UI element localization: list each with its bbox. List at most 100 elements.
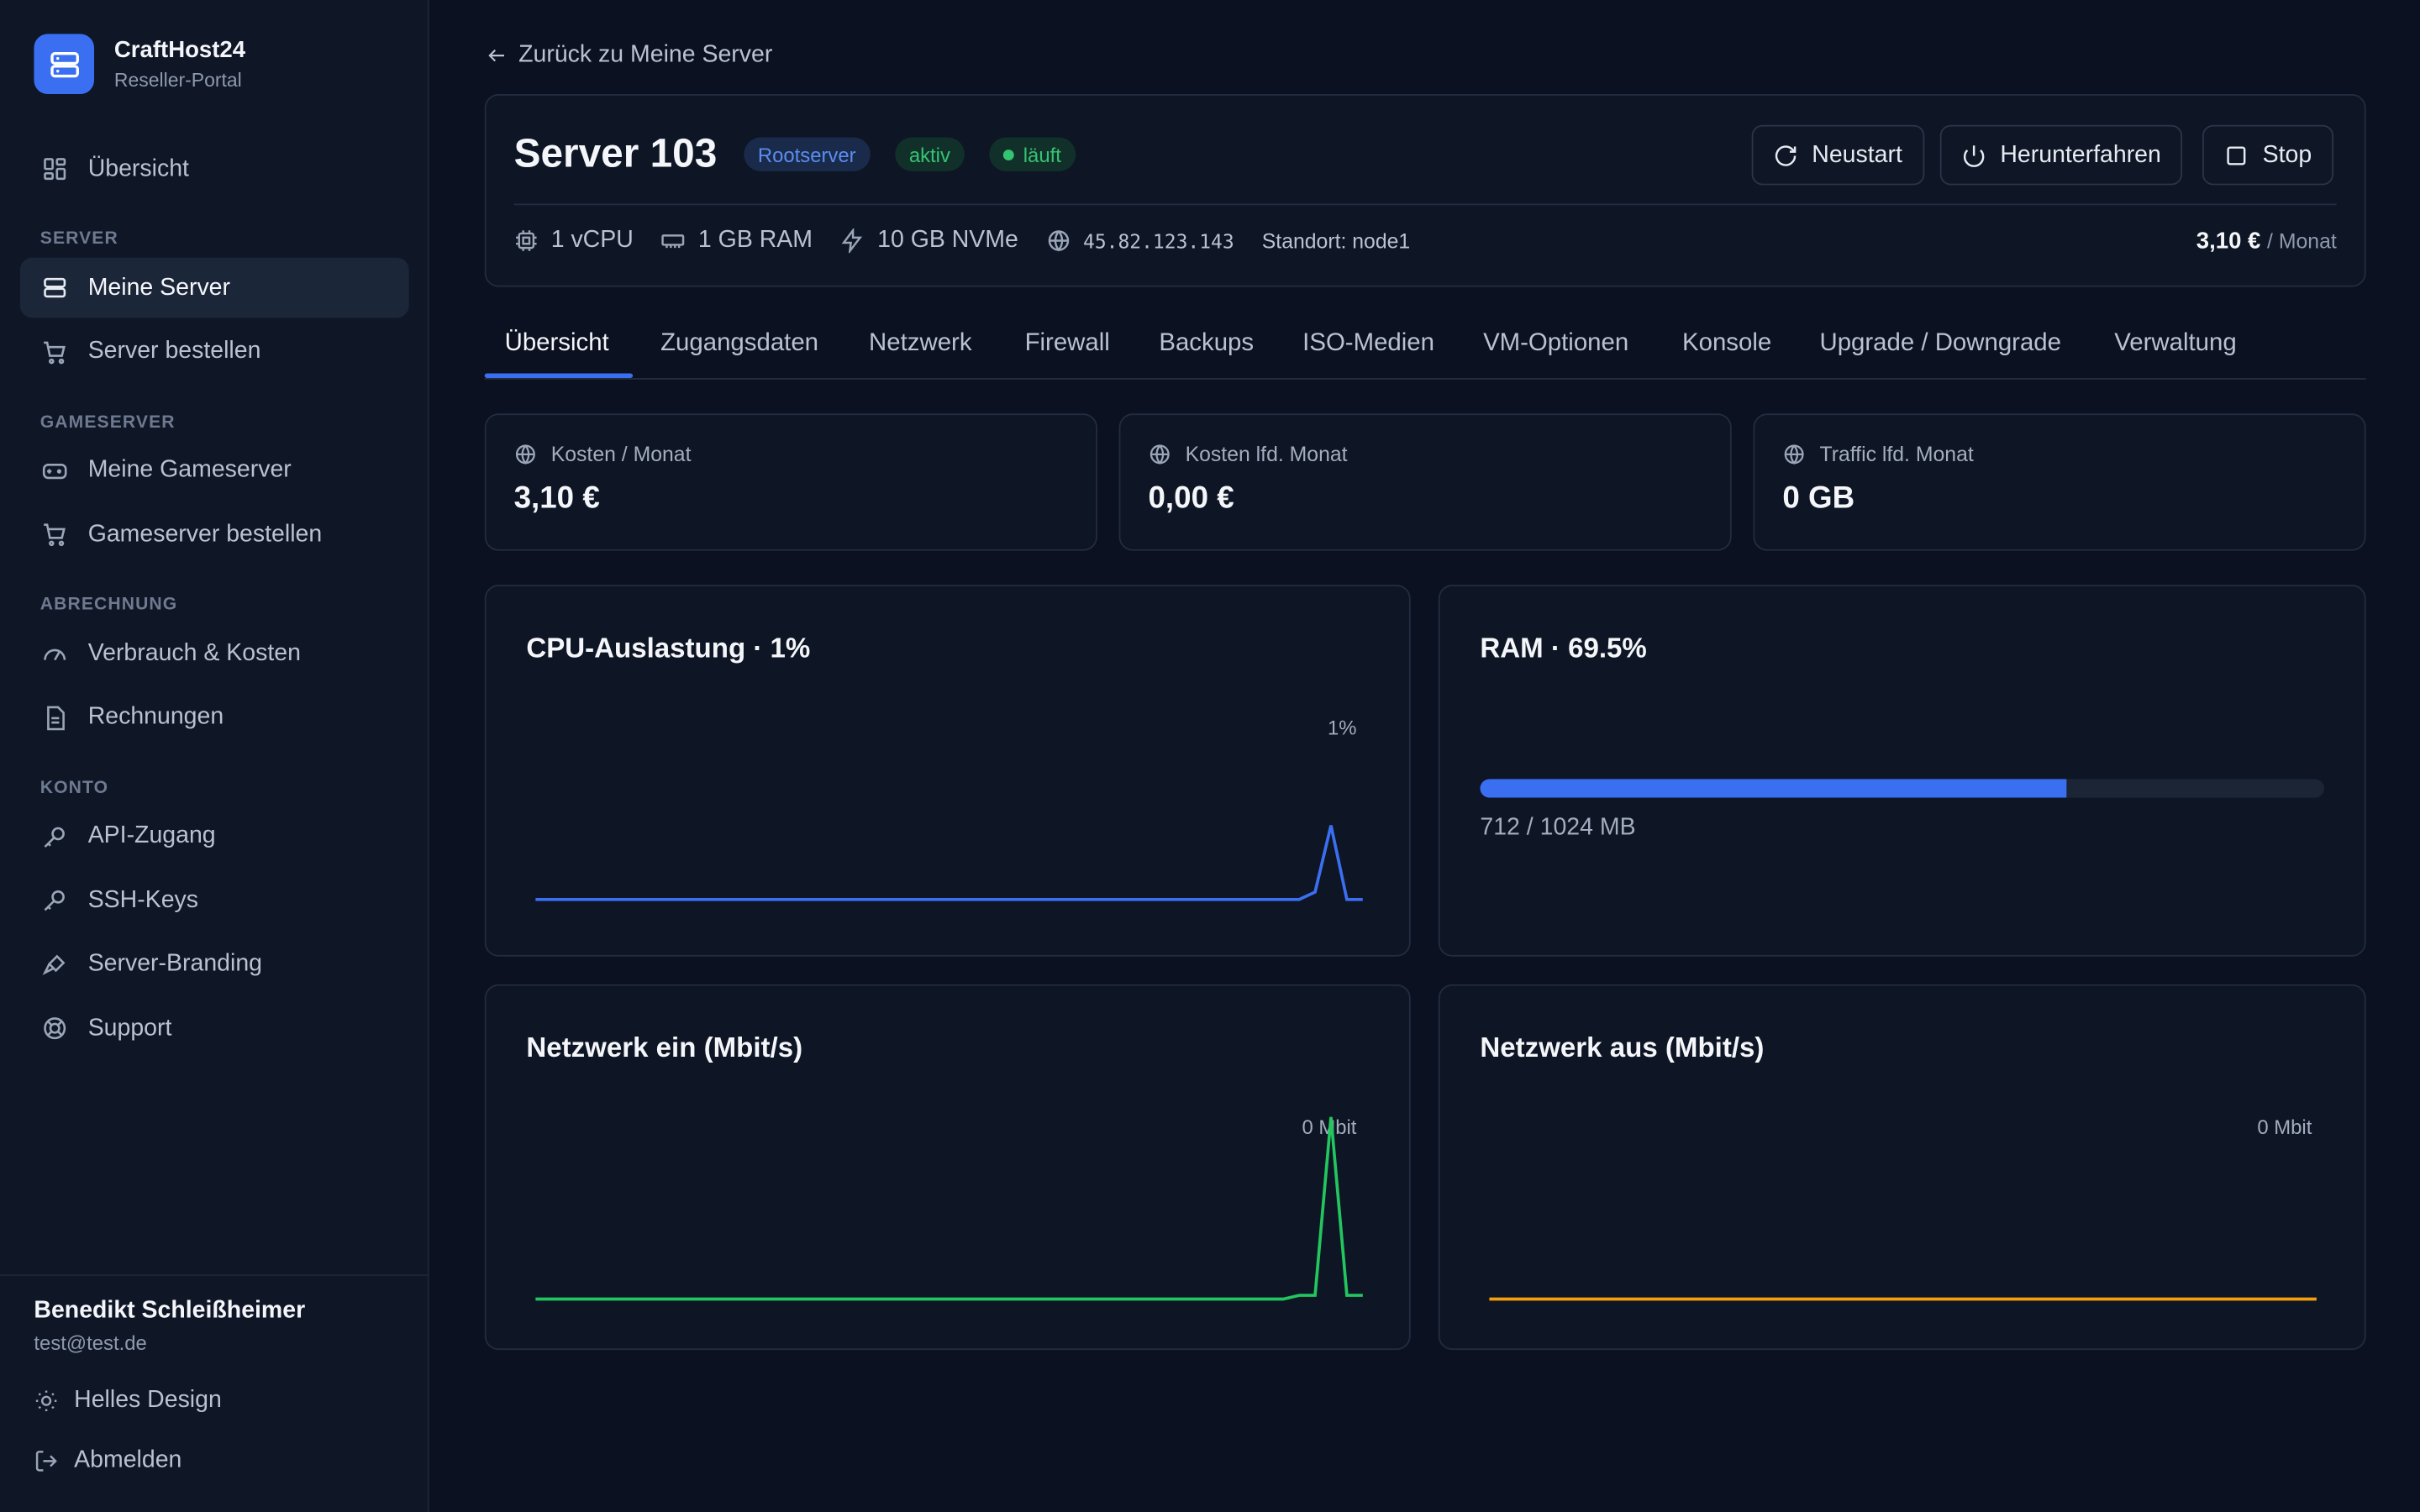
gamepad-icon (40, 457, 68, 485)
tab-network[interactable]: Netzwerk (869, 330, 971, 358)
cpu-chart: 1% (535, 717, 1363, 901)
sidebar-item-label: API-Zugang (87, 822, 216, 849)
cpu-chart-panel: CPU-Auslastung · 1% 1% (484, 585, 1411, 957)
app: CraftHost24 Reseller-Portal Übersicht SE… (0, 0, 2420, 1512)
arrow-left-icon (488, 49, 504, 62)
nav-section-server: SERVER (39, 229, 118, 249)
sidebar-item-branding[interactable]: Server-Branding (20, 934, 409, 995)
brand-subtitle: Reseller-Portal (113, 68, 242, 91)
logout-label: Abmelden (74, 1446, 182, 1474)
brand-name: CraftHost24 (113, 36, 246, 63)
spec-ram-value: 1 GB RAM (697, 226, 813, 254)
stat-value: 0 GB (1782, 481, 1855, 516)
net-in-chart: 0 Mbit (535, 1116, 1363, 1301)
shutdown-button[interactable]: Herunterfahren (1939, 124, 2183, 186)
ram-usage-text: 712 / 1024 MB (1480, 814, 1636, 842)
tab-overview[interactable]: Übersicht (505, 330, 609, 358)
sidebar-nav: Übersicht SERVER Meine Server Server bes… (19, 139, 409, 1062)
nav-section-billing: ABRECHNUNG (39, 595, 178, 615)
spec-cpu: 1 vCPU (514, 227, 634, 255)
restart-label: Neustart (1812, 141, 1902, 168)
page-title: Server 103 (513, 129, 718, 176)
tab-firewall[interactable]: Firewall (1025, 330, 1110, 358)
net-out-chart: 0 Mbit (1489, 1116, 2317, 1301)
net-in-series-line (535, 1116, 1363, 1301)
cpu-series-line (535, 825, 1363, 901)
tab-management[interactable]: Verwaltung (2114, 330, 2236, 358)
stop-square-icon (2227, 145, 2246, 165)
spec-cpu-value: 1 vCPU (550, 226, 634, 254)
shutdown-label: Herunterfahren (2000, 141, 2161, 168)
tab-upgrade[interactable]: Upgrade / Downgrade (1819, 330, 2061, 358)
server-type-badge: Rootserver (744, 137, 871, 171)
sidebar-item-label: Übersicht (87, 155, 189, 181)
theme-toggle-label: Helles Design (74, 1387, 222, 1414)
sidebar-item-label: SSH-Keys (87, 886, 199, 913)
nav-section-gameserver: GAMESERVER (39, 412, 176, 432)
server-price-per: / Monat (2267, 229, 2337, 254)
tab-console[interactable]: Konsole (1682, 330, 1771, 358)
net-out-chart-panel: Netzwerk aus (Mbit/s) 0 Mbit (1438, 984, 2366, 1351)
running-badge: läuft (989, 137, 1076, 171)
sun-icon (35, 1390, 57, 1411)
globe-icon (1048, 230, 1069, 252)
globe-icon (1150, 444, 1170, 465)
key-icon (40, 822, 68, 850)
paintbrush-icon (40, 950, 68, 978)
theme-toggle-button[interactable]: Helles Design (34, 1387, 222, 1415)
stat-card-traffic: Traffic lfd. Monat 0 GB (1753, 413, 2366, 551)
sidebar-item-invoices[interactable]: Rechnungen (20, 687, 409, 748)
sidebar-item-support[interactable]: Support (20, 998, 409, 1058)
stat-label: Kosten lfd. Monat (1149, 443, 1348, 466)
document-icon (40, 704, 68, 732)
tab-bar: Übersicht Zugangsdaten Netzwerk Firewall… (484, 310, 2366, 380)
spec-ip[interactable]: 45.82.123.143 (1046, 228, 1234, 253)
spec-location: Standort: node1 (1262, 229, 1410, 253)
sidebar-item-overview[interactable]: Übersicht (20, 139, 409, 199)
divider (513, 203, 2337, 206)
spec-disk: 10 GB NVMe (840, 227, 1018, 255)
logout-button[interactable]: Abmelden (34, 1447, 182, 1475)
stop-button[interactable]: Stop (2202, 124, 2333, 186)
restart-button[interactable]: Neustart (1751, 124, 1924, 186)
tab-credentials[interactable]: Zugangsdaten (660, 330, 818, 358)
sidebar-item-api[interactable]: API-Zugang (20, 806, 409, 867)
stat-value: 3,10 € (513, 481, 600, 516)
power-icon (1963, 144, 1985, 166)
net-in-chart-panel: Netzwerk ein (Mbit/s) 0 Mbit (484, 984, 1411, 1351)
spec-disk-value: 10 GB NVMe (877, 226, 1018, 254)
stat-label-text: Kosten lfd. Monat (1185, 443, 1348, 466)
tab-iso-media[interactable]: ISO-Medien (1302, 330, 1434, 358)
sidebar-item-label: Rechnungen (87, 703, 224, 730)
sidebar-item-my-servers[interactable]: Meine Server (19, 257, 409, 318)
server-price-value: 3,10 € (2196, 228, 2261, 255)
ram-progress-bar (1480, 779, 2325, 798)
spec-location-value: Standort: node1 (1261, 228, 1411, 253)
dashboard-icon (40, 155, 68, 183)
cart-icon (40, 521, 68, 549)
tab-backups[interactable]: Backups (1159, 330, 1254, 358)
back-link-label: Zurück zu Meine Server (518, 41, 773, 68)
stop-label: Stop (2262, 141, 2312, 168)
stat-card-cost-current: Kosten lfd. Monat 0,00 € (1118, 413, 1732, 551)
logout-icon (35, 1451, 57, 1472)
ram-title: RAM · 69.5% (1480, 633, 1647, 664)
sidebar-item-label: Verbrauch & Kosten (87, 639, 301, 666)
back-link[interactable]: Zurück zu Meine Server (487, 41, 773, 70)
sidebar: CraftHost24 Reseller-Portal Übersicht SE… (0, 0, 429, 1512)
tab-vm-options[interactable]: VM-Optionen (1483, 330, 1628, 358)
sidebar-item-label: Meine Gameserver (87, 456, 292, 483)
nav-section-account: KONTO (39, 778, 109, 797)
sidebar-footer: Benedikt Schleißheimer test@test.de Hell… (0, 1274, 428, 1512)
spec-ram: 1 GB RAM (661, 227, 813, 255)
brand[interactable]: CraftHost24 Reseller-Portal (34, 34, 246, 95)
sidebar-item-order-server[interactable]: Server bestellen (20, 322, 409, 382)
active-tab-indicator (484, 373, 634, 378)
sidebar-item-usage[interactable]: Verbrauch & Kosten (20, 623, 409, 684)
sidebar-item-ssh[interactable]: SSH-Keys (20, 870, 409, 931)
stat-value: 0,00 € (1148, 481, 1234, 516)
sidebar-item-order-gameserver[interactable]: Gameserver bestellen (20, 505, 409, 565)
sidebar-item-label: Gameserver bestellen (87, 520, 323, 548)
stat-card-cost-month: Kosten / Monat 3,10 € (484, 413, 1097, 551)
sidebar-item-my-gameservers[interactable]: Meine Gameserver (20, 440, 409, 501)
